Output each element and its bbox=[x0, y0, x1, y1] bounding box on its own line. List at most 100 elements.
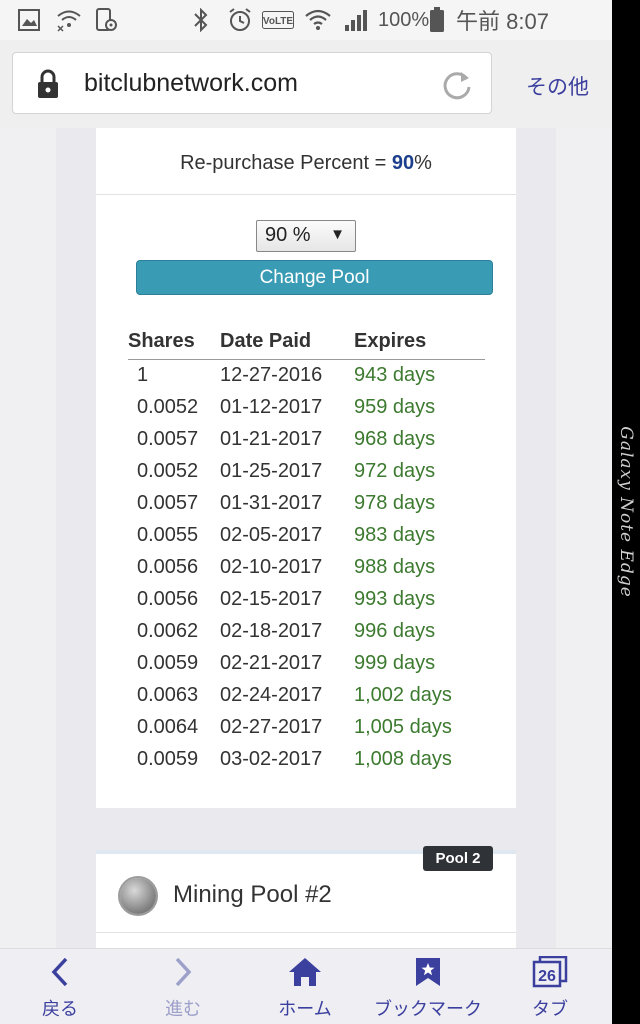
wifi-x-icon bbox=[56, 8, 82, 32]
table-row: 0.0062 02-18-2017 996 days bbox=[0, 620, 640, 652]
svg-text:26: 26 bbox=[538, 968, 556, 985]
card-divider bbox=[96, 932, 516, 933]
repurchase-percent: Re-purchase Percent = 90% bbox=[180, 152, 432, 174]
lock-icon bbox=[35, 68, 61, 100]
nav-forward-label: 進む bbox=[165, 999, 201, 1019]
cell-expires: 943 days bbox=[354, 364, 436, 386]
status-bar: VoLTE 100% 午前 8:07 bbox=[0, 0, 612, 40]
cell-date-paid: 02-05-2017 bbox=[220, 524, 323, 546]
cell-expires: 1,002 days bbox=[354, 684, 452, 706]
wifi-icon bbox=[304, 8, 332, 32]
cell-shares: 0.0064 bbox=[137, 716, 199, 738]
table-row: 1 12-27-2016 943 days bbox=[0, 364, 640, 396]
chevron-left-icon bbox=[49, 956, 71, 993]
device-settings-icon bbox=[94, 8, 118, 32]
cell-shares: 0.0052 bbox=[137, 396, 199, 418]
cell-expires: 988 days bbox=[354, 556, 436, 578]
battery-percent: 100% bbox=[378, 8, 430, 31]
cell-expires: 1,008 days bbox=[354, 748, 452, 770]
cell-shares: 0.0059 bbox=[137, 748, 199, 770]
table-row: 0.0055 02-05-2017 983 days bbox=[0, 524, 640, 556]
cell-shares: 0.0059 bbox=[137, 652, 199, 674]
signal-icon bbox=[344, 8, 370, 32]
alarm-icon bbox=[227, 8, 253, 32]
header-date-paid: Date Paid bbox=[220, 330, 312, 352]
select-value: 90 % bbox=[265, 224, 311, 246]
bluetooth-icon bbox=[192, 8, 210, 32]
cell-date-paid: 01-31-2017 bbox=[220, 492, 323, 514]
cell-date-paid: 12-27-2016 bbox=[220, 364, 323, 386]
cell-date-paid: 01-21-2017 bbox=[220, 428, 323, 450]
nav-home-button[interactable]: ホーム bbox=[262, 948, 348, 1024]
cell-shares: 0.0057 bbox=[137, 428, 199, 450]
table-row: 0.0059 02-21-2017 999 days bbox=[0, 652, 640, 684]
gallery-icon bbox=[18, 8, 40, 32]
header-expires: Expires bbox=[354, 330, 427, 352]
cell-date-paid: 01-12-2017 bbox=[220, 396, 323, 418]
bookmark-icon bbox=[414, 956, 442, 993]
cell-expires: 993 days bbox=[354, 588, 436, 610]
cell-date-paid: 02-10-2017 bbox=[220, 556, 323, 578]
cell-shares: 0.0056 bbox=[137, 588, 199, 610]
table-row: 0.0056 02-15-2017 993 days bbox=[0, 588, 640, 620]
battery-icon bbox=[428, 7, 446, 32]
table-row: 0.0057 01-21-2017 968 days bbox=[0, 428, 640, 460]
cell-date-paid: 03-02-2017 bbox=[220, 748, 323, 770]
pool-badge: Pool 2 bbox=[423, 846, 493, 871]
cell-shares: 0.0062 bbox=[137, 620, 199, 642]
nav-tabs-button[interactable]: 26 タブ bbox=[512, 948, 588, 1024]
repurchase-value: 90 bbox=[391, 152, 415, 174]
table-row: 0.0057 01-31-2017 978 days bbox=[0, 492, 640, 524]
cell-shares: 0.0052 bbox=[137, 460, 199, 482]
table-row: 0.0052 01-25-2017 972 days bbox=[0, 460, 640, 492]
cell-date-paid: 01-25-2017 bbox=[220, 460, 323, 482]
card-divider bbox=[96, 194, 516, 195]
table-row: 0.0063 02-24-2017 1,002 days bbox=[0, 684, 640, 716]
url-text[interactable]: bitclubnetwork.com bbox=[84, 69, 298, 98]
table-row: 0.0056 02-10-2017 988 days bbox=[0, 556, 640, 588]
browser-menu-button[interactable]: その他 bbox=[526, 71, 589, 101]
cell-expires: 983 days bbox=[354, 524, 436, 546]
table-row: 0.0064 02-27-2017 1,005 days bbox=[0, 716, 640, 748]
reload-icon[interactable] bbox=[440, 68, 474, 102]
cell-date-paid: 02-24-2017 bbox=[220, 684, 323, 706]
nav-bookmarks-label: ブックマーク bbox=[374, 999, 482, 1019]
cell-shares: 0.0057 bbox=[137, 492, 199, 514]
header-shares: Shares bbox=[128, 330, 195, 352]
cell-date-paid: 02-15-2017 bbox=[220, 588, 323, 610]
nav-home-label: ホーム bbox=[278, 999, 332, 1019]
cell-expires: 972 days bbox=[354, 460, 436, 482]
chevron-right-icon bbox=[172, 956, 194, 993]
cell-date-paid: 02-21-2017 bbox=[220, 652, 323, 674]
cell-shares: 0.0063 bbox=[137, 684, 199, 706]
table-header-divider bbox=[128, 359, 485, 360]
cell-shares: 0.0056 bbox=[137, 556, 199, 578]
nav-bookmarks-button[interactable]: ブックマーク bbox=[366, 948, 490, 1024]
coin-icon bbox=[120, 878, 156, 914]
dropdown-arrow-icon: ▼ bbox=[330, 226, 345, 243]
cell-date-paid: 02-27-2017 bbox=[220, 716, 323, 738]
cell-date-paid: 02-18-2017 bbox=[220, 620, 323, 642]
cell-expires: 978 days bbox=[354, 492, 436, 514]
pool2-title[interactable]: Mining Pool #2 bbox=[173, 881, 332, 909]
nav-back-button[interactable]: 戻る bbox=[20, 948, 100, 1024]
cell-expires: 999 days bbox=[354, 652, 436, 674]
nav-forward-button[interactable]: 進む bbox=[143, 948, 223, 1024]
tabs-icon: 26 bbox=[532, 955, 568, 993]
cell-expires: 996 days bbox=[354, 620, 436, 642]
nav-tabs-label: タブ bbox=[532, 999, 568, 1019]
table-row: 0.0059 03-02-2017 1,008 days bbox=[0, 748, 640, 780]
cell-expires: 968 days bbox=[354, 428, 436, 450]
svg-text:VoLTE: VoLTE bbox=[263, 16, 294, 27]
change-pool-button[interactable]: Change Pool bbox=[136, 260, 493, 295]
table-row: 0.0052 01-12-2017 959 days bbox=[0, 396, 640, 428]
nav-back-label: 戻る bbox=[42, 999, 78, 1019]
cell-expires: 959 days bbox=[354, 396, 436, 418]
volte-icon: VoLTE bbox=[262, 8, 294, 32]
cell-expires: 1,005 days bbox=[354, 716, 452, 738]
cell-shares: 0.0055 bbox=[137, 524, 199, 546]
home-icon bbox=[288, 956, 322, 993]
repurchase-select[interactable]: 90 % ▼ bbox=[256, 220, 356, 252]
clock: 午前 8:07 bbox=[456, 9, 549, 34]
cell-shares: 1 bbox=[137, 364, 149, 386]
